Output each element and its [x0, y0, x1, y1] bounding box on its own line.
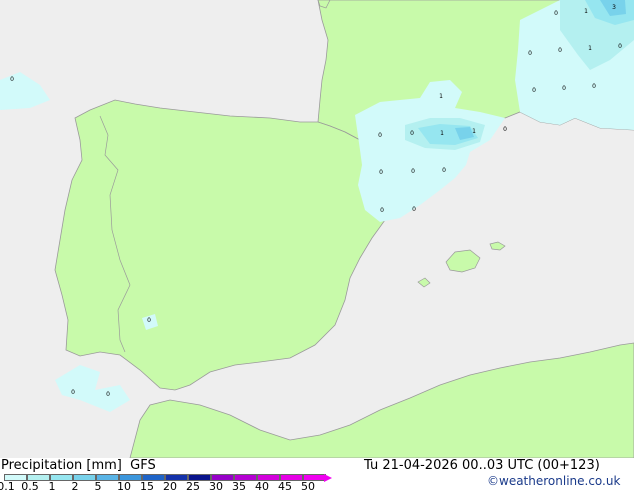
value-label: 1	[439, 93, 443, 100]
value-label: 1	[588, 45, 592, 52]
color-scale-tick-label: 45	[278, 480, 292, 493]
value-label: 1	[440, 130, 444, 137]
color-scale-tick-label: 5	[94, 480, 102, 493]
value-label: 0	[106, 391, 110, 398]
precipitation-map[interactable]: 0 1 3 0 1 0 0 0 0 0 1 0 0 1 1 0 0 0 0 0 …	[0, 0, 634, 458]
value-label: 0	[562, 85, 566, 92]
footer: Precipitation [mm] GFS Tu 21-04-2026 00.…	[0, 458, 634, 493]
value-label: 0	[528, 50, 532, 57]
value-label: 0	[618, 43, 622, 50]
color-scale-tick-label: 0.1	[0, 480, 15, 493]
color-scale-tick-label: 25	[186, 480, 200, 493]
color-scale-tick-label: 35	[232, 480, 246, 493]
valid-time: Tu 21-04-2026 00..03 UTC (00+123)	[364, 458, 600, 473]
color-scale-tick-label: 50	[301, 480, 315, 493]
value-label: 0	[554, 10, 558, 17]
value-label: 0	[412, 206, 416, 213]
color-scale-tick-label: 0.5	[21, 480, 39, 493]
color-scale-tick-label: 1	[48, 480, 56, 493]
value-label: 0	[503, 126, 507, 133]
value-label: 1	[472, 128, 476, 135]
color-scale-ticks: 0.1 0.5 1 2 5 10 15 20 25 30 35 40 45 50	[0, 480, 340, 493]
model-name: GFS	[130, 458, 156, 473]
value-label: 0	[410, 130, 414, 137]
value-label: 3	[612, 4, 616, 11]
value-label: 0	[378, 132, 382, 139]
value-label: 1	[584, 8, 588, 15]
value-label: 0	[379, 169, 383, 176]
value-label: 0	[442, 167, 446, 174]
color-scale-tick-label: 2	[71, 480, 79, 493]
value-label: 0	[558, 47, 562, 54]
color-scale-tick-label: 15	[140, 480, 154, 493]
value-label: 0	[592, 83, 596, 90]
value-label: 0	[411, 168, 415, 175]
color-scale-tick-label: 20	[163, 480, 177, 493]
value-label: 0	[10, 76, 14, 83]
color-scale-tick-label: 30	[209, 480, 223, 493]
credit-link[interactable]: ©weatheronline.co.uk	[487, 474, 620, 488]
value-label: 0	[71, 389, 75, 396]
color-scale-tick-label: 40	[255, 480, 269, 493]
legend-title: Precipitation [mm] GFS	[1, 458, 156, 473]
value-label: 0	[380, 207, 384, 214]
value-label: 0	[147, 317, 151, 324]
color-scale-tick-label: 10	[117, 480, 131, 493]
value-label: 0	[532, 87, 536, 94]
